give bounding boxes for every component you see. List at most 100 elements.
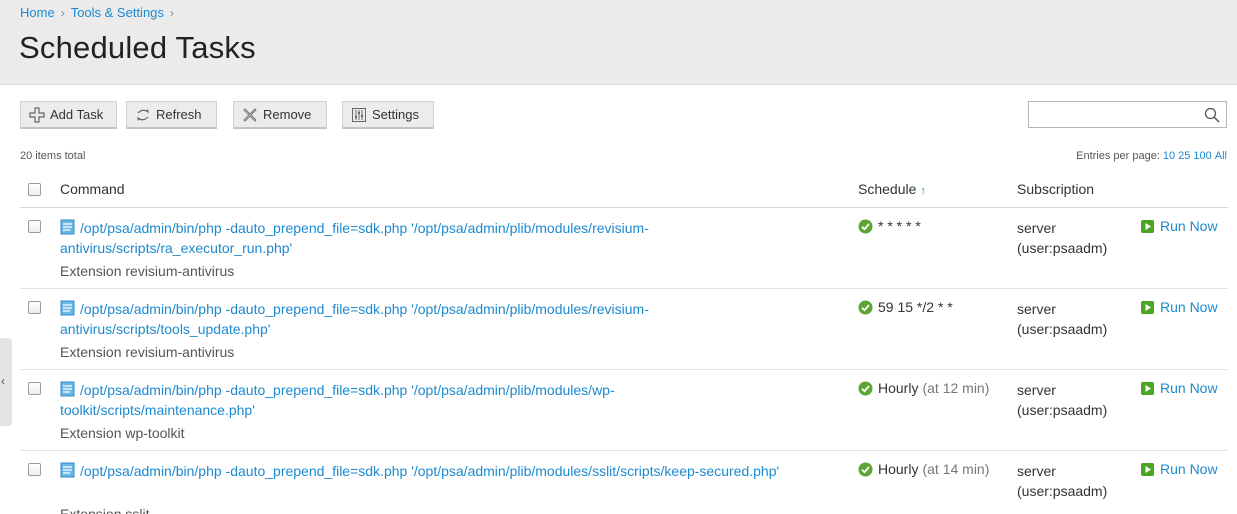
schedule-detail: (at 14 min) bbox=[922, 461, 990, 477]
settings-button[interactable]: Settings bbox=[342, 101, 434, 129]
page-size-all[interactable]: All bbox=[1215, 150, 1227, 162]
schedule-value: * * * * * bbox=[878, 218, 921, 234]
task-description: Extension revisium-antivirus bbox=[60, 344, 235, 360]
chevron-right-icon: › bbox=[60, 6, 65, 20]
subscription-cell: server (user:psaadm) bbox=[1017, 461, 1107, 501]
check-circle-icon bbox=[858, 300, 873, 314]
command-line-2: antivirus/scripts/tools_update.php' bbox=[60, 321, 271, 337]
page-size-100[interactable]: 100 bbox=[1193, 150, 1211, 162]
run-now-label: Run Now bbox=[1160, 461, 1218, 477]
breadcrumb: Home › Tools & Settings › bbox=[20, 5, 180, 20]
refresh-icon bbox=[137, 108, 149, 121]
command-line-1: /opt/psa/admin/bin/php -dauto_prepend_fi… bbox=[80, 301, 649, 317]
subscription-user: (user:psaadm) bbox=[1017, 321, 1108, 337]
command-line-1: /opt/psa/admin/bin/php -dauto_prepend_fi… bbox=[80, 220, 649, 236]
breadcrumb-home[interactable]: Home bbox=[20, 5, 55, 20]
subscription-name: server bbox=[1017, 382, 1056, 398]
subscription-cell: server (user:psaadm) bbox=[1017, 380, 1107, 420]
remove-icon bbox=[243, 107, 257, 122]
play-icon bbox=[1141, 462, 1154, 476]
check-circle-icon bbox=[858, 219, 873, 233]
search-icon[interactable] bbox=[1204, 107, 1220, 123]
search-input[interactable] bbox=[1029, 102, 1199, 127]
refresh-label: Refresh bbox=[156, 107, 202, 122]
run-now-label: Run Now bbox=[1160, 380, 1218, 396]
table-header: Command Schedule ↑ Subscription bbox=[20, 176, 1228, 208]
chevron-left-icon: ‹ bbox=[1, 374, 5, 388]
page-title: Scheduled Tasks bbox=[19, 30, 256, 65]
items-total: 20 items total bbox=[20, 150, 86, 162]
play-icon bbox=[1141, 381, 1154, 395]
schedule-cell: Hourly (at 12 min) bbox=[858, 380, 989, 396]
sort-ascending-icon: ↑ bbox=[920, 185, 926, 197]
table-row: /opt/psa/admin/bin/php -dauto_prepend_fi… bbox=[20, 451, 1228, 514]
column-command[interactable]: Command bbox=[60, 181, 125, 197]
run-now-button[interactable]: Run Now bbox=[1141, 461, 1218, 477]
page-size-25[interactable]: 25 bbox=[1178, 150, 1190, 162]
page-size-10[interactable]: 10 bbox=[1163, 150, 1175, 162]
column-schedule[interactable]: Schedule ↑ bbox=[858, 181, 926, 197]
schedule-value: 59 15 */2 * * bbox=[878, 299, 953, 315]
schedule-cell: 59 15 */2 * * bbox=[858, 299, 957, 315]
subscription-name: server bbox=[1017, 463, 1056, 479]
entries-per-page: Entries per page: 10 25 100 All bbox=[1076, 150, 1227, 162]
page-header: Home › Tools & Settings › Scheduled Tasks bbox=[0, 0, 1237, 85]
play-icon bbox=[1141, 300, 1154, 314]
run-now-button[interactable]: Run Now bbox=[1141, 218, 1218, 234]
row-checkbox[interactable] bbox=[28, 463, 41, 476]
subscription-cell: server (user:psaadm) bbox=[1017, 299, 1107, 339]
add-icon bbox=[29, 106, 45, 123]
table-row: /opt/psa/admin/bin/php -dauto_prepend_fi… bbox=[20, 370, 1228, 451]
schedule-detail: (at 12 min) bbox=[922, 380, 990, 396]
task-description: Extension sslit bbox=[60, 506, 150, 514]
script-file-icon bbox=[60, 300, 75, 316]
subscription-user: (user:psaadm) bbox=[1017, 402, 1108, 418]
run-now-button[interactable]: Run Now bbox=[1141, 299, 1218, 315]
column-subscription[interactable]: Subscription bbox=[1017, 181, 1094, 197]
command-line-1: /opt/psa/admin/bin/php -dauto_prepend_fi… bbox=[80, 463, 780, 479]
subscription-name: server bbox=[1017, 301, 1056, 317]
command-line-1: /opt/psa/admin/bin/php -dauto_prepend_fi… bbox=[80, 382, 615, 398]
play-icon bbox=[1141, 219, 1154, 233]
script-file-icon bbox=[60, 381, 75, 397]
side-panel-toggle[interactable]: ‹ bbox=[0, 338, 12, 426]
task-description: Extension revisium-antivirus bbox=[60, 263, 235, 279]
add-task-label: Add Task bbox=[50, 107, 104, 122]
subscription-cell: server (user:psaadm) bbox=[1017, 218, 1107, 258]
task-description: Extension wp-toolkit bbox=[60, 425, 185, 441]
schedule-cell: Hourly (at 14 min) bbox=[858, 461, 989, 477]
breadcrumb-tools-settings[interactable]: Tools & Settings bbox=[71, 5, 164, 20]
run-now-button[interactable]: Run Now bbox=[1141, 380, 1218, 396]
remove-label: Remove bbox=[263, 107, 312, 122]
command-link[interactable]: /opt/psa/admin/bin/php -dauto_prepend_fi… bbox=[60, 218, 840, 258]
settings-label: Settings bbox=[372, 107, 419, 122]
schedule-value: Hourly bbox=[878, 461, 919, 477]
check-circle-icon bbox=[858, 381, 873, 395]
table-row: /opt/psa/admin/bin/php -dauto_prepend_fi… bbox=[20, 289, 1228, 370]
run-now-label: Run Now bbox=[1160, 218, 1218, 234]
command-line-2: antivirus/scripts/ra_executor_run.php' bbox=[60, 240, 293, 256]
table-row: /opt/psa/admin/bin/php -dauto_prepend_fi… bbox=[20, 208, 1228, 289]
select-all-checkbox[interactable] bbox=[28, 183, 41, 196]
row-checkbox[interactable] bbox=[28, 301, 41, 314]
column-schedule-label: Schedule bbox=[858, 181, 917, 197]
row-checkbox[interactable] bbox=[28, 382, 41, 395]
script-file-icon bbox=[60, 219, 75, 235]
command-link[interactable]: /opt/psa/admin/bin/php -dauto_prepend_fi… bbox=[60, 299, 840, 339]
subscription-name: server bbox=[1017, 220, 1056, 236]
refresh-button[interactable]: Refresh bbox=[126, 101, 217, 129]
command-link[interactable]: /opt/psa/admin/bin/php -dauto_prepend_fi… bbox=[60, 461, 840, 481]
remove-button[interactable]: Remove bbox=[233, 101, 327, 129]
entries-per-page-label: Entries per page: bbox=[1076, 150, 1160, 162]
sliders-icon bbox=[352, 107, 366, 122]
row-checkbox[interactable] bbox=[28, 220, 41, 233]
command-link[interactable]: /opt/psa/admin/bin/php -dauto_prepend_fi… bbox=[60, 380, 840, 420]
run-now-label: Run Now bbox=[1160, 299, 1218, 315]
subscription-user: (user:psaadm) bbox=[1017, 240, 1108, 256]
script-file-icon bbox=[60, 462, 75, 478]
subscription-user: (user:psaadm) bbox=[1017, 483, 1108, 499]
add-task-button[interactable]: Add Task bbox=[20, 101, 117, 129]
search-box bbox=[1028, 101, 1227, 128]
command-line-2: toolkit/scripts/maintenance.php' bbox=[60, 402, 255, 418]
check-circle-icon bbox=[858, 462, 873, 476]
